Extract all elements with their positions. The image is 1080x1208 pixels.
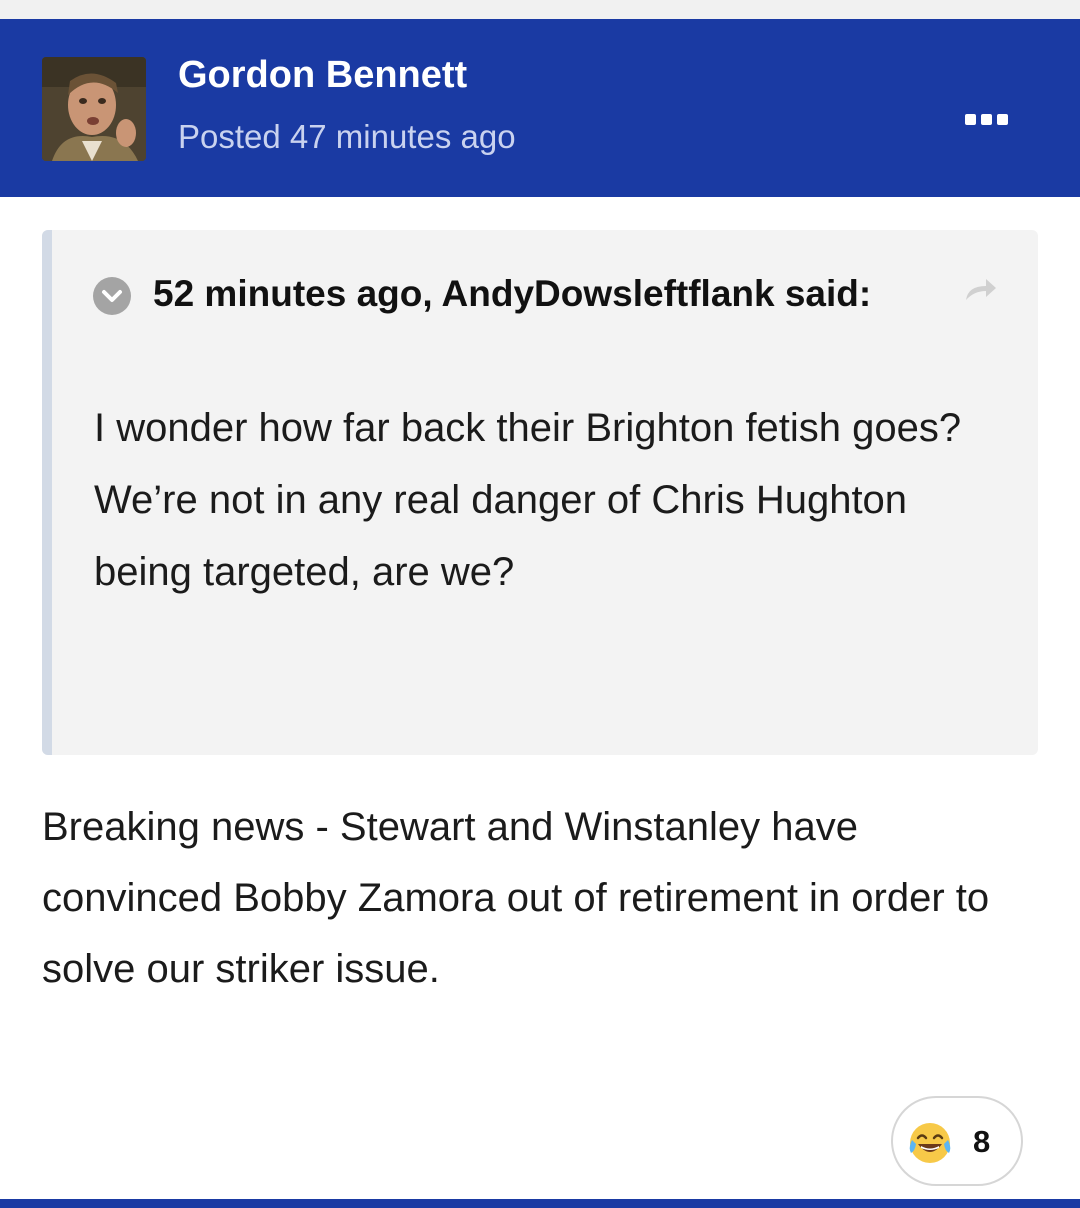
post-options-button[interactable] xyxy=(958,105,1014,133)
top-strip xyxy=(0,0,1080,19)
quote-block: 52 minutes ago, AndyDowsleftflank said: … xyxy=(42,230,1038,755)
author-name[interactable]: Gordon Bennett xyxy=(178,53,467,97)
reaction-count: 8 xyxy=(973,1124,991,1159)
reaction-button[interactable]: 8 xyxy=(891,1096,1023,1186)
quote-text: I wonder how far back their Brighton fet… xyxy=(94,406,962,594)
author-avatar[interactable] xyxy=(42,57,146,161)
bottom-bar xyxy=(0,1199,1080,1208)
post-timestamp[interactable]: Posted 47 minutes ago xyxy=(178,117,516,157)
post-header: Gordon Bennett Posted 47 minutes ago xyxy=(0,19,1080,197)
laughing-tears-icon xyxy=(909,1123,951,1163)
ellipsis-icon xyxy=(980,113,992,125)
ellipsis-icon xyxy=(996,113,1008,125)
share-arrow-glyph xyxy=(966,279,996,300)
share-arrow-icon[interactable] xyxy=(960,274,1000,304)
quote-accent-bar xyxy=(42,230,52,755)
quote-collapse-toggle[interactable] xyxy=(93,277,131,315)
chevron-down-icon xyxy=(102,290,122,302)
ellipsis-icon xyxy=(964,113,976,125)
quote-citation[interactable]: 52 minutes ago, AndyDowsleftflank said: xyxy=(153,270,871,318)
avatar-image xyxy=(42,57,146,161)
post-body: Breaking news - Stewart and Winstanley h… xyxy=(42,805,990,991)
